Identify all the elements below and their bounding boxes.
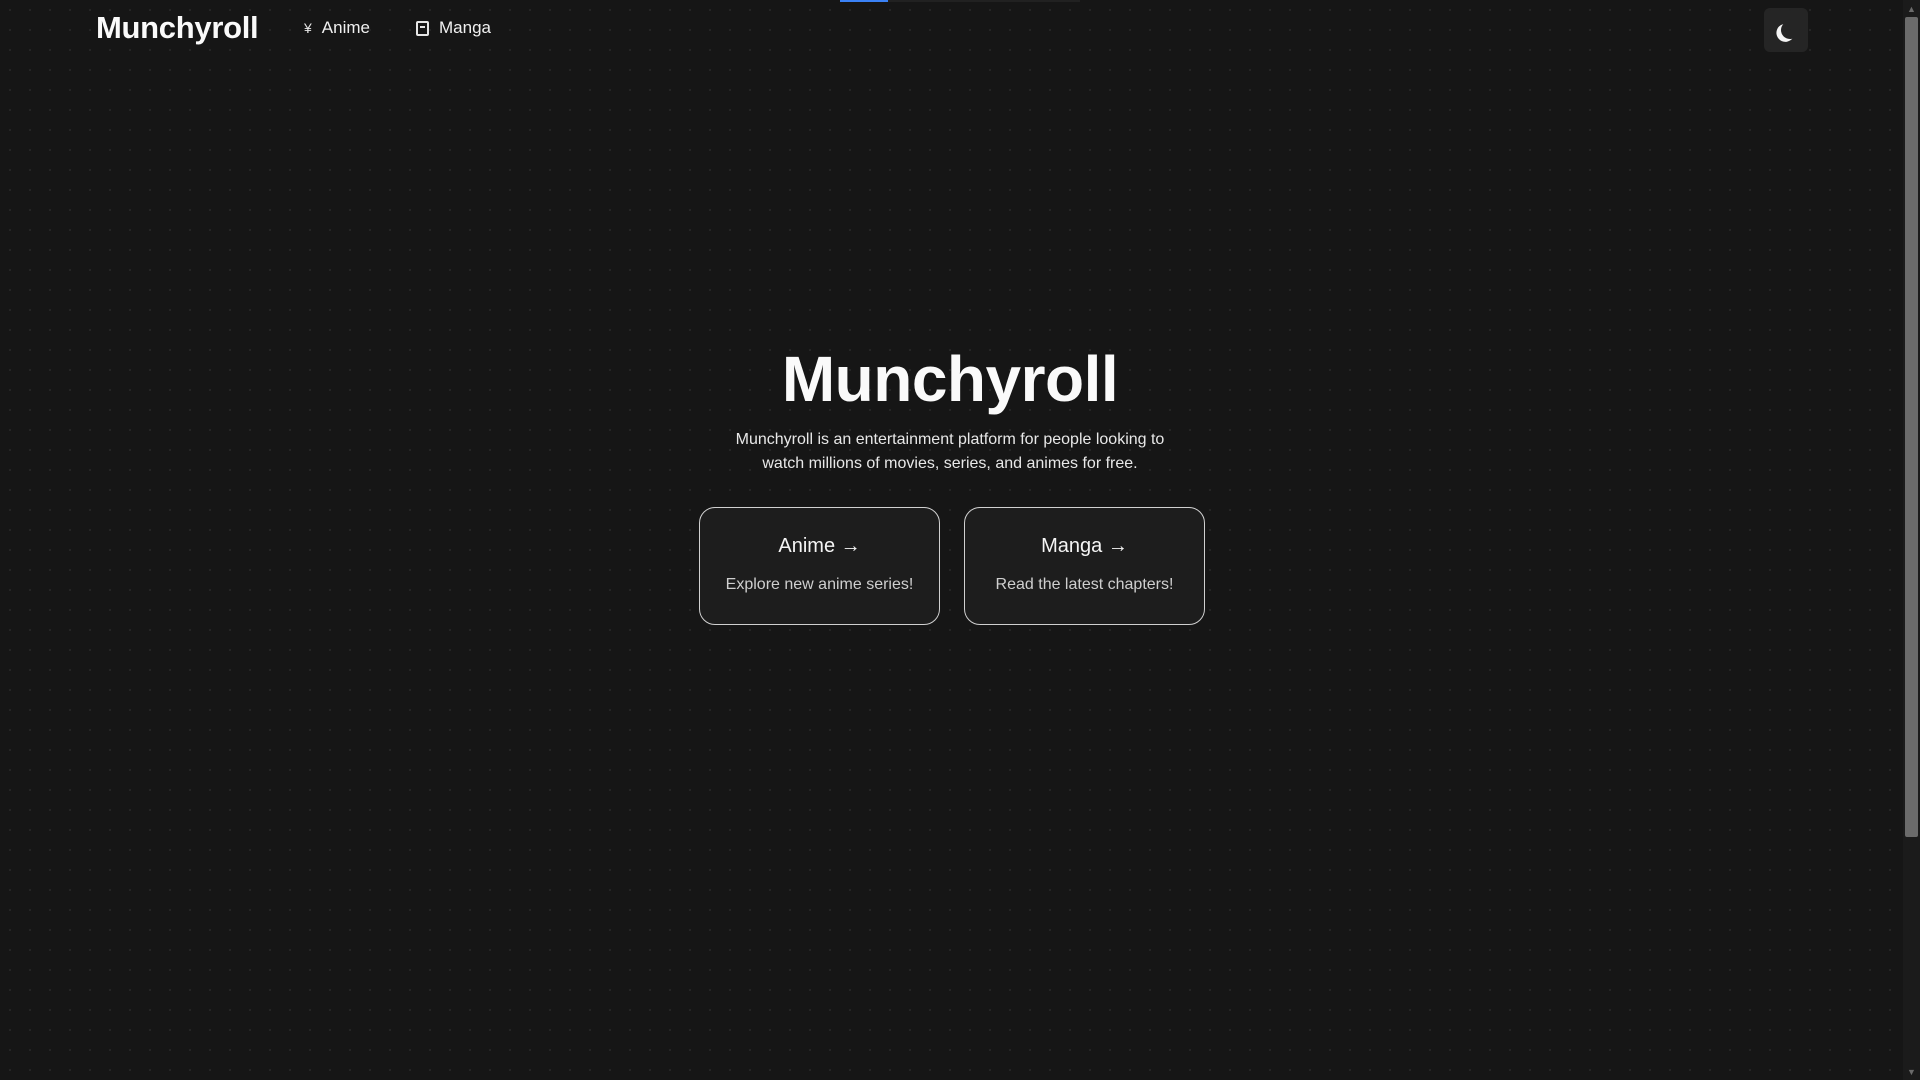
nav-link-manga[interactable]: Manga <box>416 18 491 38</box>
nav-link-anime[interactable]: ¥ Anime <box>304 18 370 38</box>
manga-card-link[interactable]: Manga → Read the latest chapters! <box>964 507 1205 625</box>
page: Munchyroll ¥ Anime Manga Munchyroll Munc… <box>0 0 1920 1080</box>
anime-card-title: Anime → <box>778 535 861 557</box>
theme-toggle-button[interactable] <box>1764 8 1808 52</box>
book-icon <box>416 20 429 36</box>
hero-title: Munchyroll <box>781 343 1119 415</box>
hero-cards: Anime → Explore new anime series! Manga … <box>699 507 1205 625</box>
moon-icon <box>1780 20 1801 41</box>
scroll-down-arrow-icon[interactable]: ▼ <box>1903 1063 1920 1080</box>
nav-link-anime-label: Anime <box>321 18 370 37</box>
hero: Munchyroll Munchyroll is an entertainmen… <box>660 340 1240 476</box>
top-navbar: Munchyroll ¥ Anime Manga <box>0 0 1900 60</box>
manga-card-subtitle: Read the latest chapters! <box>995 576 1174 593</box>
anime-card-subtitle: Explore new anime series! <box>725 576 914 593</box>
scrollbar-thumb[interactable] <box>1905 17 1918 837</box>
nav-link-manga-label: Manga <box>439 18 491 37</box>
brand-logo-link[interactable]: Munchyroll <box>96 10 259 46</box>
yen-icon: ¥ <box>304 20 312 36</box>
scroll-up-arrow-icon[interactable]: ▲ <box>1903 0 1920 17</box>
manga-card-title: Manga → <box>1041 535 1128 557</box>
anime-card-link[interactable]: Anime → Explore new anime series! <box>699 507 940 625</box>
hero-description: Munchyroll is an entertainment platform … <box>735 431 1165 472</box>
vertical-scrollbar[interactable]: ▲ ▼ <box>1903 0 1920 1080</box>
